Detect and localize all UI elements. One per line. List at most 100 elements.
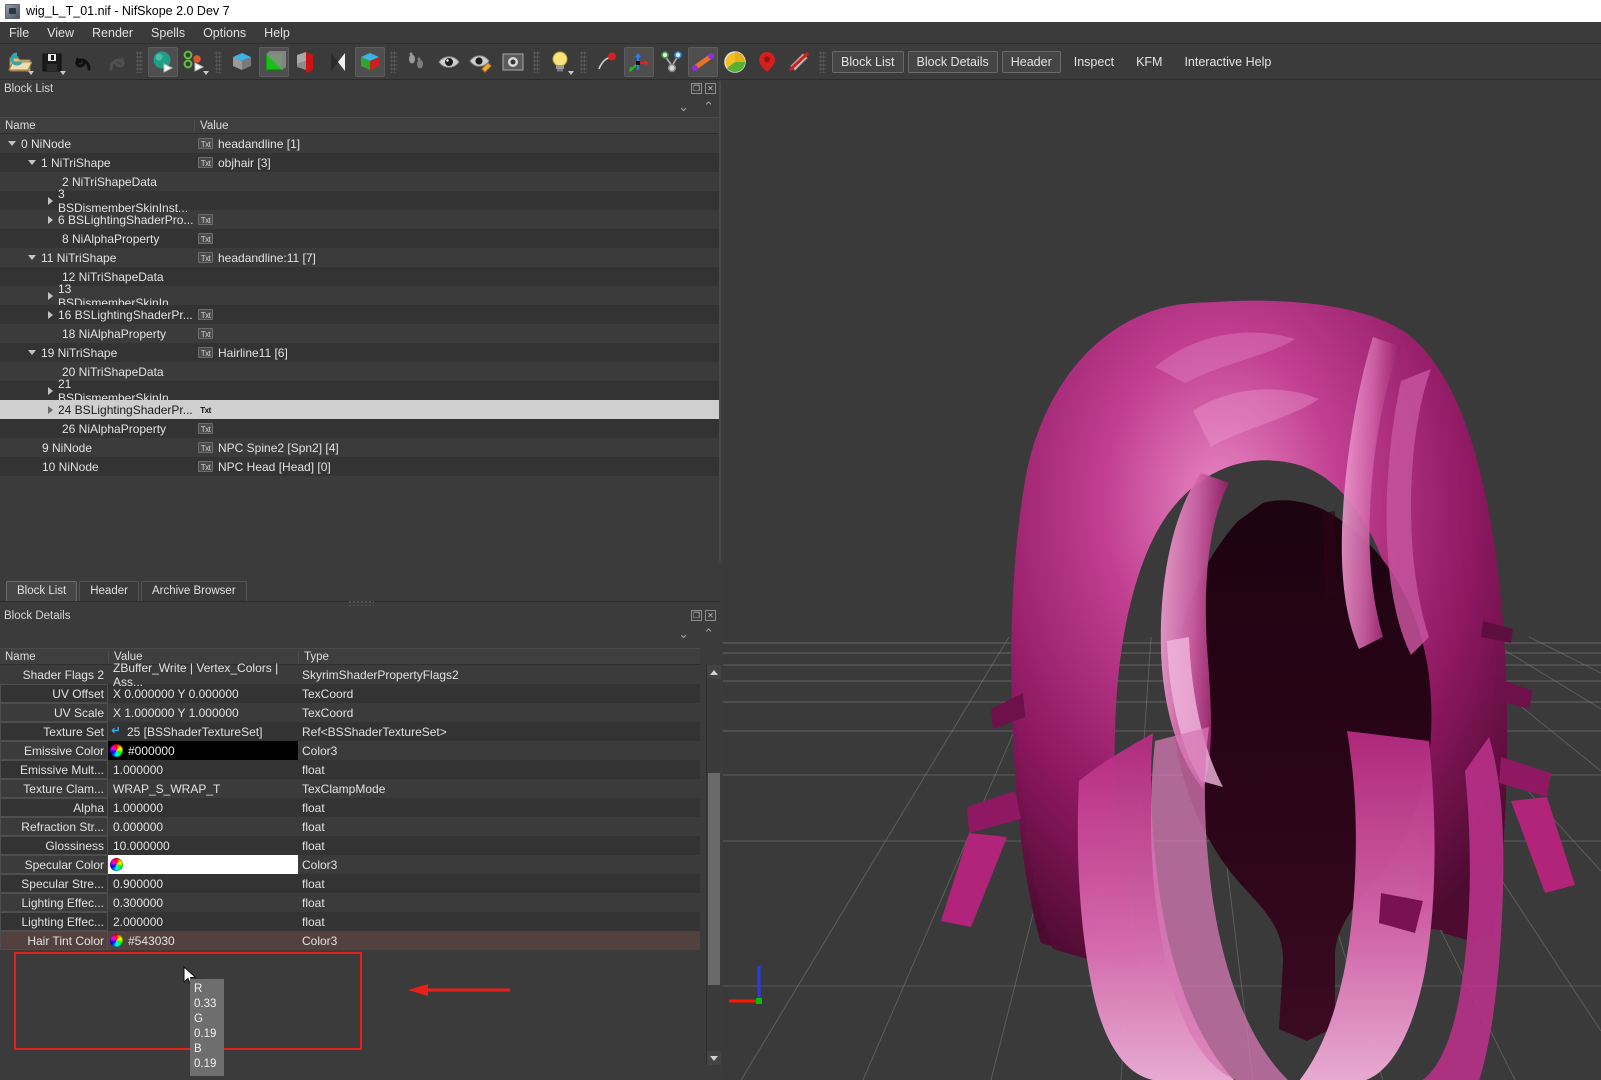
details-row[interactable]: Emissive Color #000000 Color3 <box>0 741 700 760</box>
close-dock-icon[interactable]: ✕ <box>705 83 716 94</box>
nodes-link-icon[interactable] <box>656 47 686 77</box>
block-list-col-name[interactable]: Name <box>0 120 194 132</box>
open-file-icon[interactable] <box>5 47 35 77</box>
details-row[interactable]: UV Scale X 1.000000 Y 1.000000 TexCoord <box>0 703 700 722</box>
details-row[interactable]: Texture Clam... WRAP_S_WRAP_T TexClampMode <box>0 779 700 798</box>
details-row[interactable]: Glossiness 10.000000 float <box>0 836 700 855</box>
details-row[interactable]: Emissive Mult... 1.000000 float <box>0 760 700 779</box>
draw-shadow-icon[interactable] <box>323 47 353 77</box>
details-row-value[interactable]: 0.900000 <box>108 874 298 893</box>
details-col-name[interactable]: Name <box>0 651 108 663</box>
color-wheel-icon[interactable] <box>110 858 123 871</box>
block-list-row[interactable]: 1 NiTriShape Txt objhair [3] <box>0 153 720 172</box>
details-row[interactable]: Lighting Effec... 0.300000 float <box>0 893 700 912</box>
menu-render[interactable]: Render <box>83 23 142 43</box>
block-list-row[interactable]: 24 BSLightingShaderPr... Txt <box>0 400 720 419</box>
details-row-value[interactable]: #000000 <box>108 741 298 760</box>
details-row[interactable]: Refraction Str... 0.000000 float <box>0 817 700 836</box>
block-list-row[interactable]: 26 NiAlphaProperty Txt <box>0 419 720 438</box>
chevron-right-icon[interactable] <box>48 310 53 319</box>
save-file-icon[interactable] <box>37 47 67 77</box>
chevron-right-icon[interactable] <box>48 196 53 205</box>
details-row[interactable]: Hair Tint Color #543030 Color3 <box>0 931 700 950</box>
toolbar-interactive-help-button[interactable]: Interactive Help <box>1175 51 1280 73</box>
details-row[interactable]: Specular Color Color3 <box>0 855 700 874</box>
toolbar-block-details-button[interactable]: Block Details <box>907 50 998 73</box>
details-row-value[interactable]: WRAP_S_WRAP_T <box>108 779 298 798</box>
float-dock-icon[interactable]: ❐ <box>691 610 702 621</box>
details-row-value[interactable]: ZBuffer_Write | Vertex_Colors | Ass... <box>108 661 298 689</box>
chevron-right-icon[interactable] <box>48 291 53 300</box>
link-ref-icon[interactable]: ↵ <box>110 725 122 738</box>
undo-icon[interactable] <box>69 47 99 77</box>
draw-green-cube-icon[interactable] <box>259 46 289 77</box>
pin-icon[interactable] <box>592 47 622 77</box>
block-list-row[interactable]: 18 NiAlphaProperty Txt <box>0 324 720 343</box>
block-list-row[interactable]: 0 NiNode Txt headandline [1] <box>0 134 720 153</box>
lightbulb-icon[interactable] <box>545 47 575 77</box>
details-row[interactable]: Shader Flags 2 ZBuffer_Write | Vertex_Col… <box>0 661 700 689</box>
tab-block-list[interactable]: Block List <box>6 581 78 601</box>
details-row-value[interactable]: X 1.000000 Y 1.000000 <box>108 703 298 722</box>
chevron-down-icon[interactable]: ⌄ <box>678 100 689 113</box>
chevron-right-icon[interactable] <box>48 215 53 224</box>
nodes-icon[interactable] <box>180 47 210 77</box>
block-list-row[interactable]: 8 NiAlphaProperty Txt <box>0 229 720 248</box>
block-details-table[interactable]: Shader Flags 2 ZBuffer_Write | Vertex_Col… <box>0 661 700 1065</box>
chevron-down-icon[interactable] <box>8 141 16 146</box>
block-list-row[interactable]: 10 NiNode Txt NPC Head [Head] [0] <box>0 457 720 476</box>
chevron-right-icon[interactable] <box>48 386 53 395</box>
block-list-col-value[interactable]: Value <box>194 119 720 132</box>
block-list-row[interactable]: 21 BSDismemberSkinIn... <box>0 377 720 405</box>
marker-icon[interactable] <box>752 47 782 77</box>
details-row[interactable]: Texture Set ↵ 25 [BSShaderTextureSet] Ref<B… <box>0 722 700 741</box>
details-row-value[interactable] <box>108 855 298 874</box>
details-row-value[interactable]: X 0.000000 Y 0.000000 <box>108 684 298 703</box>
footsteps-icon[interactable] <box>402 47 432 77</box>
close-dock-icon[interactable]: ✕ <box>705 610 716 621</box>
details-row-value[interactable]: 0.000000 <box>108 817 298 836</box>
strikethrough-icon[interactable] <box>784 47 814 77</box>
render-sphere-icon[interactable] <box>148 46 178 77</box>
menu-help[interactable]: Help <box>255 23 299 43</box>
details-row-value[interactable]: 1.000000 <box>108 798 298 817</box>
axes-icon[interactable] <box>624 46 654 77</box>
menu-view[interactable]: View <box>38 23 83 43</box>
chevron-up-icon[interactable]: ⌃ <box>703 100 714 113</box>
block-list-row[interactable]: 9 NiNode Txt NPC Spine2 [Spn2] [4] <box>0 438 720 457</box>
toolbar-kfm-button[interactable]: KFM <box>1127 51 1171 73</box>
chevron-down-icon[interactable] <box>28 160 36 165</box>
toolbar-header-button[interactable]: Header <box>1001 50 1061 73</box>
chevron-down-icon[interactable] <box>28 350 36 355</box>
chevron-down-icon[interactable] <box>28 255 36 260</box>
details-row[interactable]: Lighting Effec... 2.000000 float <box>0 912 700 931</box>
scroll-up-arrow-icon[interactable] <box>707 665 721 679</box>
chevron-up-icon[interactable]: ⌃ <box>703 627 714 640</box>
details-row[interactable]: Specular Stre... 0.900000 float <box>0 874 700 893</box>
float-dock-icon[interactable]: ❐ <box>691 83 702 94</box>
scroll-down-arrow-icon[interactable] <box>707 1051 721 1065</box>
camera-icon[interactable] <box>498 47 528 77</box>
block-list-row[interactable]: 13 BSDismemberSkinIn... <box>0 282 720 310</box>
block-list-row[interactable]: 6 BSLightingShaderPro... Txt <box>0 210 720 229</box>
details-row-value[interactable]: #543030 <box>108 931 298 950</box>
color-wheel-icon[interactable] <box>110 934 123 947</box>
details-row[interactable]: Alpha 1.000000 float <box>0 798 700 817</box>
eye-icon[interactable] <box>434 47 464 77</box>
tab-header[interactable]: Header <box>79 581 139 601</box>
toolbar-inspect-button[interactable]: Inspect <box>1065 51 1123 73</box>
block-list-row[interactable]: 3 BSDismemberSkinInst... <box>0 187 720 215</box>
menu-options[interactable]: Options <box>194 23 255 43</box>
scrollbar-thumb[interactable] <box>708 773 720 985</box>
menu-file[interactable]: File <box>0 23 38 43</box>
block-list-row[interactable]: 19 NiTriShape Txt Hairline11 [6] <box>0 343 720 362</box>
details-row-value[interactable]: 10.000000 <box>108 836 298 855</box>
details-row-value[interactable]: 0.300000 <box>108 893 298 912</box>
eye-edit-icon[interactable] <box>466 47 496 77</box>
block-list-row[interactable]: 16 BSLightingShaderPr... Txt <box>0 305 720 324</box>
block-list-row[interactable]: 11 NiTriShape Txt headandline:11 [7] <box>0 248 720 267</box>
tab-archive-browser[interactable]: Archive Browser <box>140 581 247 601</box>
dock-splitter-handle[interactable] <box>348 600 374 606</box>
details-row-value[interactable]: 1.000000 <box>108 760 298 779</box>
details-row[interactable]: UV Offset X 0.000000 Y 0.000000 TexCoord <box>0 684 700 703</box>
